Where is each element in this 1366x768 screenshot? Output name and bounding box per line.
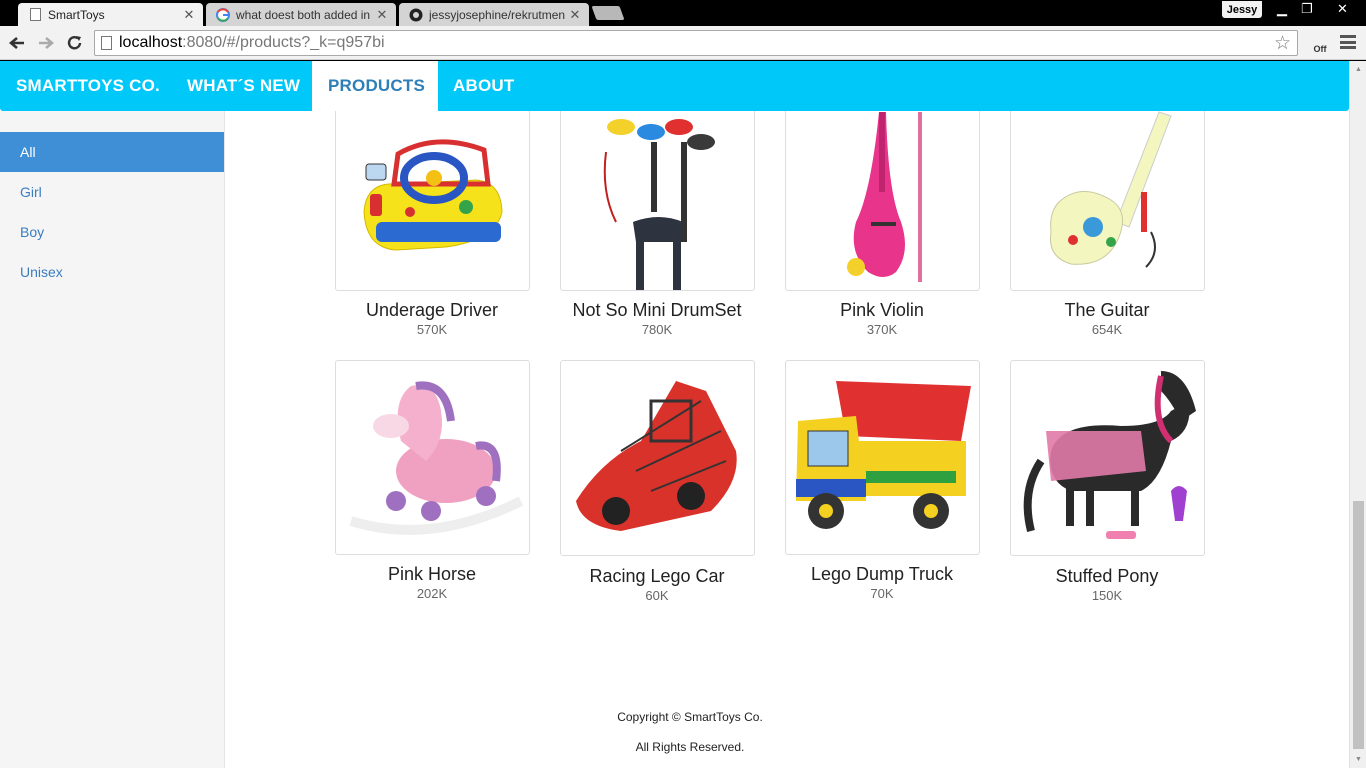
product-card[interactable] [560, 360, 755, 556]
page-icon [101, 36, 112, 50]
close-window-icon[interactable]: ✕ [1325, 0, 1360, 18]
tab-title: what doest both added in [236, 7, 371, 22]
product-image-pink-horse [349, 381, 524, 535]
back-icon[interactable] [4, 30, 30, 56]
product-name[interactable]: Pink Violin [762, 300, 1002, 321]
sidebar-item-boy[interactable]: Boy [0, 212, 224, 252]
browser-tab-github[interactable]: jessyjosephine/rekrutmen ✕ [399, 3, 589, 26]
product-name[interactable]: Stuffed Pony [987, 566, 1227, 587]
nav-products[interactable]: PRODUCTS [312, 61, 438, 111]
tab-title: SmartToys [48, 7, 105, 22]
page-scrollbar[interactable]: ▲ ▼ [1349, 61, 1366, 768]
product-card[interactable] [785, 360, 980, 555]
new-tab-button[interactable] [591, 6, 625, 20]
page-icon [28, 8, 42, 22]
product-image-lego-car [576, 381, 737, 531]
product-name[interactable]: The Guitar [987, 300, 1227, 321]
hamburger-menu-icon[interactable] [1340, 35, 1356, 49]
sidebar-item-all[interactable]: All [0, 132, 224, 172]
tab-title: jessyjosephine/rekrutmen [429, 7, 565, 22]
extension-icon[interactable]: Off [1309, 32, 1331, 54]
scroll-down-icon[interactable]: ▼ [1350, 753, 1366, 765]
nav-about[interactable]: ABOUT [437, 61, 530, 111]
top-navbar: SMARTTOYS CO. WHAT´S NEW PRODUCTS ABOUT [0, 61, 1349, 111]
url-path: :8080/#/products?_k=q957bi [182, 34, 385, 51]
product-name[interactable]: Underage Driver [312, 300, 552, 321]
bookmark-star-icon[interactable]: ☆ [1274, 32, 1291, 55]
browser-tab-google[interactable]: what doest both added in ✕ [206, 3, 396, 26]
browser-tab-smarttoys[interactable]: SmartToys ✕ [18, 3, 203, 26]
address-bar[interactable]: localhost:8080/#/products?_k=q957bi ☆ [94, 30, 1298, 56]
product-price: 150K [1091, 588, 1123, 603]
category-sidebar: All Girl Boy Unisex [0, 111, 225, 768]
close-icon[interactable]: ✕ [569, 7, 581, 23]
footer-rights: All Rights Reserved. [635, 740, 745, 754]
product-price: 370K [866, 322, 898, 337]
extension-badge: Off [1313, 44, 1327, 54]
reload-icon[interactable] [62, 30, 88, 56]
browser-toolbar: localhost:8080/#/products?_k=q957bi ☆ Of… [0, 26, 1366, 60]
url-host: localhost [119, 34, 183, 51]
scroll-up-icon[interactable]: ▲ [1350, 63, 1366, 75]
product-price: 570K [416, 322, 448, 337]
minimize-icon[interactable]: ▁ [1272, 0, 1292, 18]
profile-button[interactable]: Jessy [1222, 1, 1262, 18]
close-icon[interactable]: ✕ [376, 7, 388, 23]
product-name[interactable]: Lego Dump Truck [762, 564, 1002, 585]
nav-brand[interactable]: SMARTTOYS CO. [0, 61, 176, 111]
github-icon [409, 8, 423, 22]
page-viewport: SMARTTOYS CO. WHAT´S NEW PRODUCTS ABOUT … [0, 61, 1366, 768]
scrollbar-thumb[interactable] [1353, 501, 1364, 749]
product-image-pony [1023, 371, 1196, 539]
product-image-dump-truck [796, 381, 971, 529]
forward-icon[interactable] [33, 30, 59, 56]
product-name[interactable]: Pink Horse [312, 564, 552, 585]
product-name[interactable]: Racing Lego Car [537, 566, 777, 587]
product-price: 70K [870, 586, 894, 601]
sidebar-item-unisex[interactable]: Unisex [0, 252, 224, 292]
product-card[interactable] [1010, 360, 1205, 556]
product-card[interactable] [335, 360, 530, 555]
sidebar-item-girl[interactable]: Girl [0, 172, 224, 212]
product-price: 202K [416, 586, 448, 601]
footer-copyright: Copyright © SmartToys Co. [617, 710, 763, 724]
product-price: 654K [1091, 322, 1123, 337]
browser-tabstrip: SmartToys ✕ what doest both added in ✕ j… [0, 0, 1366, 26]
product-price: 60K [645, 588, 669, 603]
close-icon[interactable]: ✕ [183, 7, 195, 23]
google-icon [216, 7, 230, 22]
product-name[interactable]: Not So Mini DrumSet [537, 300, 777, 321]
product-price: 780K [641, 322, 673, 337]
restore-icon[interactable]: ❐ [1297, 0, 1317, 18]
nav-whats-new[interactable]: WHAT´S NEW [171, 61, 316, 111]
